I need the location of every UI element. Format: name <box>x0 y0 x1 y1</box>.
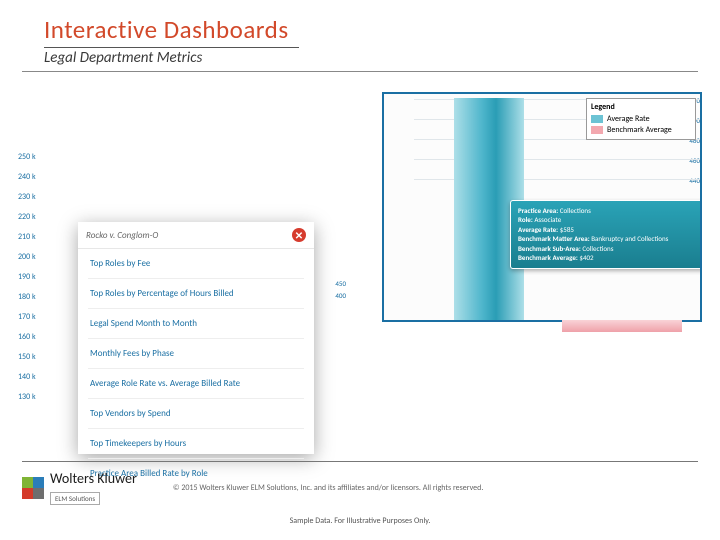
swatch-icon <box>591 115 603 123</box>
y-tick: 140 k <box>18 372 36 382</box>
list-item[interactable]: Monthly Fees by Phase <box>88 339 304 369</box>
left-axis: 250 k 240 k 230 k 220 k 210 k 200 k 190 … <box>14 152 60 422</box>
legend-label: Benchmark Average <box>607 125 672 135</box>
axis-fragment: 450 400 <box>322 278 346 302</box>
list-item[interactable]: Legal Spend Month to Month <box>88 309 304 339</box>
brand-logo: Wolters Kluwer ELM Solutions <box>22 470 137 506</box>
list-item[interactable]: Top Vendors by Spend <box>88 399 304 429</box>
legend-title: Legend <box>591 102 691 112</box>
logo-mark-icon <box>22 477 44 499</box>
legend-label: Average Rate <box>607 114 650 124</box>
chart-tooltip: Practice Area: Collections Role: Associa… <box>510 200 702 269</box>
footer-rule <box>22 461 698 462</box>
slide-header: Interactive Dashboards Legal Department … <box>22 0 698 72</box>
list-item[interactable]: Top Roles by Fee <box>88 249 304 279</box>
y-tick: 170 k <box>18 312 36 322</box>
rate-chart-panel: 520 500 480 460 440 Legend Average Rate … <box>382 92 702 322</box>
report-picker-modal: Rocko v. Conglom-O ✕ Top Roles by Fee To… <box>78 222 314 454</box>
y-tick: 220 k <box>18 212 36 222</box>
list-item[interactable]: Average Role Rate vs. Average Billed Rat… <box>88 369 304 399</box>
y-tick: 230 k <box>18 192 36 202</box>
y-tick: 130 k <box>18 392 36 402</box>
y-tick: 180 k <box>18 292 36 302</box>
brand-name: Wolters Kluwer <box>50 470 137 487</box>
swatch-icon <box>591 126 603 134</box>
dashboard-canvas: 520 500 480 460 440 Legend Average Rate … <box>0 92 720 492</box>
sample-disclaimer: Sample Data. For Illustrative Purposes O… <box>22 516 698 526</box>
list-item[interactable]: Top Roles by Percentage of Hours Billed <box>88 279 304 309</box>
bar-benchmark-fragment <box>562 320 682 332</box>
brand-sub: ELM Solutions <box>50 492 100 505</box>
copyright-text: © 2015 Wolters Kluwer ELM Solutions, Inc… <box>173 483 484 493</box>
y-tick: 200 k <box>18 252 36 262</box>
legend: Legend Average Rate Benchmark Average <box>586 98 696 140</box>
footer: Wolters Kluwer ELM Solutions © 2015 Wolt… <box>0 451 720 540</box>
page-title: Interactive Dashboards <box>44 14 676 45</box>
close-icon[interactable]: ✕ <box>292 228 306 242</box>
y-tick: 210 k <box>18 232 36 242</box>
y-tick: 460 <box>689 156 700 165</box>
y-tick: 150 k <box>18 352 36 362</box>
modal-header: Rocko v. Conglom-O ✕ <box>78 222 314 249</box>
title-rule <box>44 47 299 48</box>
y-tick: 440 <box>689 176 700 185</box>
y-tick: 240 k <box>18 172 36 182</box>
legend-item: Average Rate <box>591 114 691 124</box>
y-tick: 190 k <box>18 272 36 282</box>
page-subtitle: Legal Department Metrics <box>44 49 676 67</box>
y-tick: 250 k <box>18 152 36 162</box>
legend-item: Benchmark Average <box>591 125 691 135</box>
y-tick: 160 k <box>18 332 36 342</box>
modal-title: Rocko v. Conglom-O <box>86 230 158 241</box>
